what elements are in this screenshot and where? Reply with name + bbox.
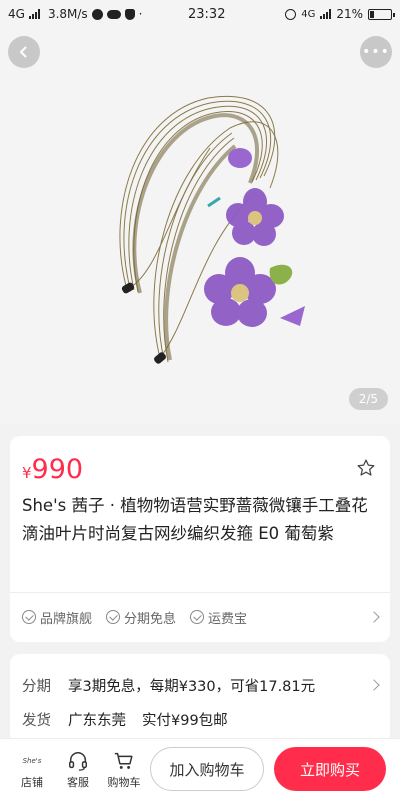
shipping-origin: 广东东莞 <box>68 712 126 729</box>
chevron-left-icon <box>19 46 27 58</box>
add-to-cart-button[interactable]: 加入购物车 <box>150 747 264 791</box>
more-icon: ••• <box>362 44 390 60</box>
network-type-right: 4G <box>301 8 316 20</box>
shield-icon <box>124 8 135 20</box>
price-amount: 990 <box>31 454 84 485</box>
more-button[interactable]: ••• <box>360 36 392 68</box>
cart-icon <box>114 752 133 769</box>
cloud-icon <box>106 9 121 19</box>
product-summary-card: ¥990 She's 茜子 · 植物物语营实野蔷薇微镶手工叠花滴油叶片时尚复古网… <box>10 436 390 642</box>
check-circle-icon <box>190 610 205 624</box>
store-icon: She's <box>21 750 43 772</box>
guarantee-label: 分期免息 <box>124 611 177 627</box>
installment-row[interactable]: 分期 享3期免息，每期¥330，可省17.81元 <box>22 672 380 698</box>
battery-fill <box>370 10 374 18</box>
shipping-cost: 实付¥99包邮 <box>142 712 228 729</box>
status-bar: 4G 3.8M/s · 23:32 4G 21% <box>0 0 400 28</box>
battery-percent: 21% <box>336 7 363 21</box>
guarantee-label: 运费宝 <box>208 611 248 627</box>
tab-cart[interactable]: 购物车 <box>102 750 146 790</box>
divider <box>10 592 390 593</box>
installment-value: 享3期免息，每期¥330，可省17.81元 <box>68 678 316 695</box>
back-button[interactable] <box>8 36 40 68</box>
alarm-icon <box>285 8 297 20</box>
guarantee-installment: 分期免息 <box>106 608 176 627</box>
dot-icon: · <box>138 7 143 21</box>
signal-icon <box>28 9 40 19</box>
product-image <box>119 95 305 364</box>
gallery-page-indicator: 2/5 <box>348 388 388 410</box>
clock: 23:32 <box>188 6 226 22</box>
guarantee-label: 品牌旗舰 <box>40 611 93 627</box>
guarantee-brand-flagship: 品牌旗舰 <box>22 608 92 627</box>
tab-label: 客服 <box>67 775 89 789</box>
product-title: She's 茜子 · 植物物语营实野蔷薇微镶手工叠花滴油叶片时尚复古网纱编织发箍… <box>22 496 368 543</box>
shop-logo: She's <box>22 756 42 765</box>
service-guarantees[interactable]: 品牌旗舰 分期免息 运费宝 <box>22 602 380 632</box>
network-type: 4G <box>8 7 25 21</box>
tab-customer-service[interactable]: 客服 <box>56 750 100 790</box>
headset-icon <box>69 751 87 771</box>
check-circle-icon <box>22 610 36 624</box>
favorite-star-icon[interactable] <box>356 458 376 478</box>
battery-icon <box>368 8 395 20</box>
guarantee-shipping-insurance: 运费宝 <box>190 608 247 627</box>
shipping-label: 发货 <box>22 712 51 729</box>
purchase-info-card: 分期 享3期免息，每期¥330，可省17.81元 发货 广东东莞 实付¥99包邮 <box>10 654 390 744</box>
app-notification-icon <box>91 8 103 20</box>
shipping-row: 发货 广东东莞 实付¥99包邮 <box>22 706 378 732</box>
chevron-right-icon <box>368 679 380 691</box>
check-circle-icon <box>106 610 121 624</box>
price: ¥990 <box>22 454 83 485</box>
bottom-action-bar: She's 店铺 客服 购物车 加入购物车 立即购买 <box>0 738 400 800</box>
signal-icon-right <box>320 9 332 19</box>
installment-label: 分期 <box>22 678 51 695</box>
network-speed: 3.8M/s <box>47 7 88 21</box>
product-gallery[interactable]: ••• 2/5 <box>0 28 400 424</box>
tab-label: 购物车 <box>107 775 141 789</box>
buy-now-button[interactable]: 立即购买 <box>274 747 386 791</box>
tab-store[interactable]: She's 店铺 <box>10 750 54 790</box>
chevron-right-icon <box>368 611 380 623</box>
currency-symbol: ¥ <box>22 464 32 482</box>
tab-label: 店铺 <box>21 775 43 789</box>
